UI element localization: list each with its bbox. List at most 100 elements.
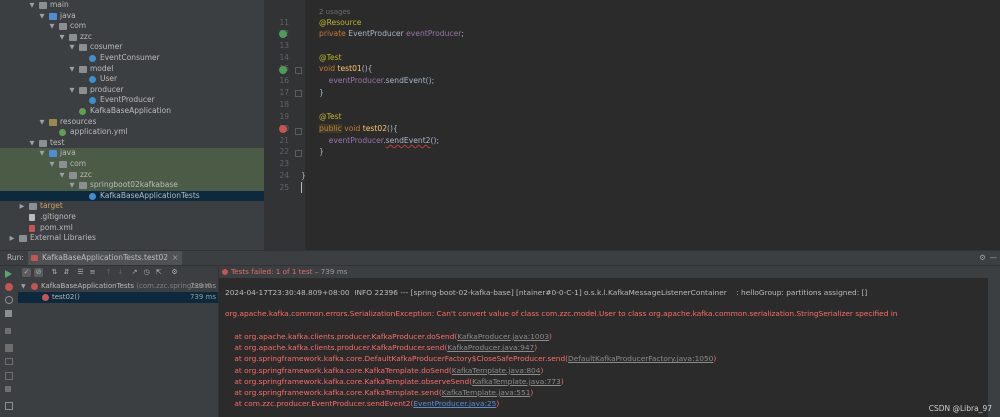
watermark: CSDN @Libra_97 — [928, 404, 992, 413]
gear-icon[interactable]: ⚙ — [979, 251, 986, 265]
fold-marker-icon[interactable] — [295, 150, 302, 157]
chevron-down-icon[interactable]: ▼ — [58, 170, 66, 181]
field-ref: eventProducer — [328, 136, 384, 145]
console-output[interactable]: Tests failed: 1 of 1 test – 739 ms 2024-… — [219, 266, 1000, 417]
usages-hint[interactable]: 2 usages — [319, 7, 350, 17]
failed-test-gutter-icon[interactable] — [279, 125, 287, 133]
tree-item-label: application.yml — [70, 127, 128, 137]
chevron-down-icon[interactable]: ▼ — [28, 138, 36, 149]
tree-item-producer[interactable]: ▼ producer — [0, 85, 264, 96]
type-eventproducer: EventProducer — [348, 29, 404, 38]
stack-frame-link[interactable]: DefaultKafkaProducerFactory.java:1050 — [568, 354, 713, 363]
tree-item-application-yml[interactable]: application.yml — [0, 127, 264, 138]
tree-item-label: producer — [90, 84, 124, 94]
chevron-right-icon[interactable]: ▶ — [18, 201, 26, 212]
tree-item-springboot02kafkabase[interactable]: ▼ springboot02kafkabase — [0, 180, 264, 191]
camera-icon[interactable] — [5, 358, 13, 365]
expand-all-icon[interactable]: ☰ — [76, 268, 85, 277]
show-passed-icon[interactable]: ✓ — [22, 268, 31, 277]
tree-item-resources[interactable]: ▼ resources — [0, 117, 264, 128]
folder-icon — [59, 23, 67, 31]
tree-item--gitignore[interactable]: .gitignore — [0, 212, 264, 223]
stack-frame-link[interactable]: EventProducer.java:25 — [413, 399, 496, 408]
settings-icon[interactable]: ⚙ — [170, 268, 179, 277]
close-tab-icon[interactable]: × — [172, 253, 178, 262]
chevron-right-icon[interactable]: ▶ — [8, 233, 16, 244]
stop-icon[interactable] — [5, 328, 11, 334]
chevron-down-icon[interactable]: ▼ — [68, 42, 76, 53]
wrench-icon[interactable] — [5, 310, 12, 317]
tree-item-main[interactable]: ▼ main — [0, 0, 264, 11]
tree-item-kafkabaseapplicationtests[interactable]: KafkaBaseApplicationTests — [0, 190, 264, 202]
tree-item-kafkabaseapplication[interactable]: KafkaBaseApplication — [0, 106, 264, 117]
import-icon[interactable]: ⇱ — [154, 268, 163, 277]
run-config-tab[interactable]: KafkaBaseApplicationTests.test02 × — [28, 251, 183, 265]
tree-item-test[interactable]: ▼ test — [0, 138, 264, 149]
fold-marker-icon[interactable] — [295, 128, 302, 135]
tree-item-java[interactable]: ▼ java — [0, 11, 264, 22]
project-tree: ▼ main ▼ java ▼ com ▼ zzc ▼ cosumer EventConsumer ▼… — [0, 0, 264, 250]
tree-item-com[interactable]: ▼ com — [0, 21, 264, 32]
chevron-down-icon[interactable]: ▼ — [68, 64, 76, 75]
chevron-down-icon[interactable]: ▼ — [38, 148, 46, 159]
tree-item-com[interactable]: ▼ com — [0, 159, 264, 170]
tree-item-model[interactable]: ▼ model — [0, 64, 264, 75]
tree-item-pom-xml[interactable]: pom.xml — [0, 223, 264, 234]
test-class-row[interactable]: ▼ KafkaBaseApplicationTests (com.zzc.spr… — [18, 281, 218, 292]
chevron-down-icon[interactable]: ▼ — [21, 281, 26, 292]
pin-icon[interactable] — [5, 386, 11, 392]
stack-frame-link[interactable]: KafkaProducer.java:947 — [447, 343, 534, 352]
chevron-down-icon[interactable]: ▼ — [68, 85, 76, 96]
tree-item-user[interactable]: User — [0, 74, 264, 85]
minimize-icon[interactable]: — — [990, 251, 998, 265]
call-sendevent2-error[interactable]: sendEvent2 — [386, 136, 431, 145]
debug-icon[interactable] — [5, 344, 13, 352]
tree-item-eventproducer[interactable]: EventProducer — [0, 95, 264, 106]
prev-failed-icon[interactable]: ↑ — [104, 268, 113, 277]
chevron-down-icon[interactable]: ▼ — [68, 180, 76, 191]
stack-frame: at org.apache.kafka.clients.producer.Kaf… — [225, 343, 537, 353]
chevron-down-icon[interactable]: ▼ — [48, 21, 56, 32]
tree-item-zzc[interactable]: ▼ zzc — [0, 169, 264, 181]
right-scroll-area[interactable] — [988, 266, 1000, 417]
fold-marker-icon[interactable] — [295, 67, 302, 74]
export-results-icon[interactable]: ↗ — [130, 268, 139, 277]
rerun-failed-icon[interactable] — [5, 283, 13, 291]
sort-duration-icon[interactable]: ⇵ — [62, 268, 71, 277]
run-test-icon[interactable] — [279, 66, 287, 74]
run-side-toolbar — [0, 266, 18, 417]
export-icon[interactable] — [5, 372, 13, 380]
next-failed-icon[interactable]: ↓ — [116, 268, 125, 277]
history-icon[interactable]: ◷ — [142, 268, 151, 277]
rerun-icon[interactable] — [5, 270, 12, 278]
test-method-row[interactable]: test02() 739 ms — [18, 292, 218, 303]
class-icon — [89, 192, 96, 200]
chevron-down-icon[interactable]: ▼ — [48, 159, 56, 170]
show-ignored-icon[interactable]: ⊘ — [34, 268, 43, 277]
toggle-auto-test-icon[interactable] — [5, 296, 13, 304]
bean-ref-icon[interactable] — [279, 30, 287, 38]
test-failed-icon — [42, 294, 49, 301]
chevron-down-icon[interactable]: ▼ — [38, 117, 46, 128]
stack-frame-link[interactable]: KafkaProducer.java:1003 — [457, 332, 549, 341]
layout-icon[interactable] — [5, 402, 13, 410]
stack-frame-link[interactable]: KafkaTemplate.java:804 — [452, 366, 541, 375]
stack-frame-link[interactable]: KafkaTemplate.java:773 — [472, 377, 561, 386]
tree-item-label: model — [90, 63, 114, 73]
tree-item-external-libraries[interactable]: ▶ External Libraries — [0, 233, 264, 244]
chevron-down-icon[interactable]: ▼ — [28, 0, 36, 11]
collapse-all-icon[interactable]: ≡ — [88, 268, 97, 277]
tree-item-target[interactable]: ▶ target — [0, 201, 264, 212]
stack-frame-method: at org.apache.kafka.clients.producer.Kaf… — [225, 343, 448, 353]
tree-item-eventconsumer[interactable]: EventConsumer — [0, 53, 264, 64]
tree-item-java[interactable]: ▼ java — [0, 148, 264, 159]
tree-item-zzc[interactable]: ▼ zzc — [0, 32, 264, 43]
chevron-down-icon[interactable]: ▼ — [38, 11, 46, 22]
stack-frame-link[interactable]: KafkaTemplate.java:551 — [442, 388, 531, 397]
chevron-down-icon[interactable]: ▼ — [58, 32, 66, 43]
code-editor[interactable]: 111213141516171819202122232425 2 usages … — [265, 0, 1000, 250]
sort-alpha-icon[interactable]: ⇅ — [50, 268, 59, 277]
tree-item-label: External Libraries — [30, 233, 96, 243]
fold-marker-icon[interactable] — [295, 90, 302, 97]
tree-item-cosumer[interactable]: ▼ cosumer — [0, 42, 264, 53]
